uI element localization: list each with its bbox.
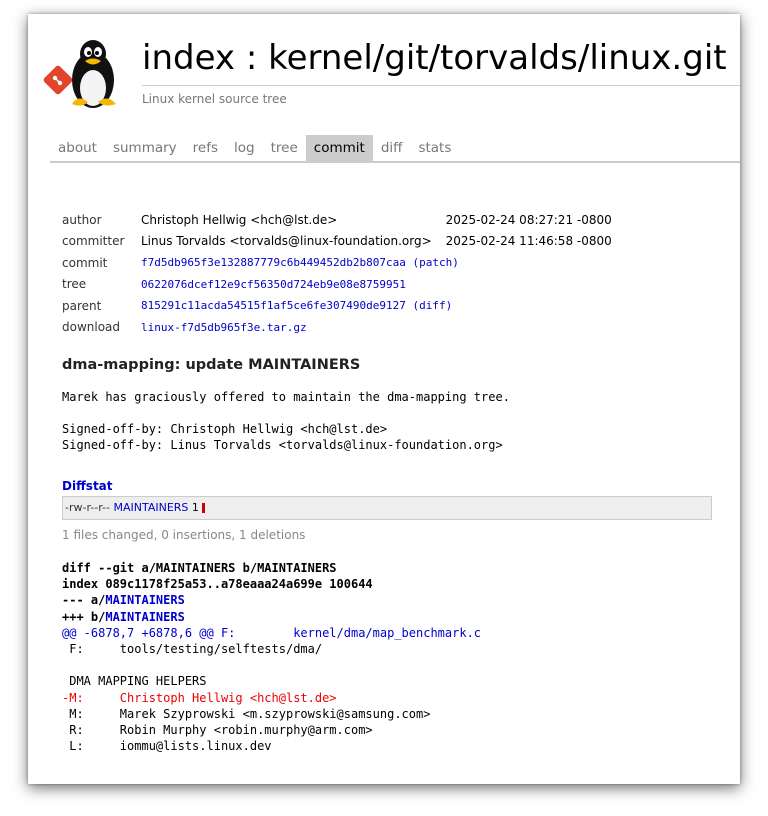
- tab-summary[interactable]: summary: [105, 135, 185, 161]
- diff-view: diff --git a/MAINTAINERS b/MAINTAINERS in…: [62, 560, 481, 754]
- diffstat-file-link[interactable]: MAINTAINERS: [113, 501, 188, 514]
- deletion-bar: [201, 503, 205, 513]
- committer-label: committer: [62, 234, 125, 249]
- repo-title[interactable]: index : kernel/git/torvalds/linux.git: [142, 38, 727, 78]
- diff-deleted-line: -M: Christoph Hellwig <hch@lst.de>: [62, 690, 337, 705]
- commit-row: commit f7d5db965f3e132887779c6b449452db2…: [62, 252, 612, 274]
- diffstat-row: -rw-r--r-- MAINTAINERS 1: [62, 496, 712, 520]
- diff-context-line: R: Robin Murphy <robin.murphy@arm.com>: [62, 723, 373, 738]
- plus-prefix: +++ b/: [62, 609, 106, 624]
- diff-hunk-header: @@ -6878,7 +6878,6 @@ F: kernel/dma/map_…: [62, 625, 482, 640]
- plus-file-link[interactable]: MAINTAINERS: [105, 610, 184, 624]
- diff-context-line: [62, 657, 481, 673]
- commit-message: Marek has graciously offered to maintain…: [62, 389, 510, 453]
- header-divider: [142, 85, 740, 86]
- diffstat-changes: 1: [191, 501, 199, 514]
- commit-subject: dma-mapping: update MAINTAINERS: [62, 357, 361, 373]
- committer-row: committer Linus Torvalds <torvalds@linux…: [62, 231, 612, 253]
- diff-minus-line: --- a/MAINTAINERS: [62, 592, 481, 608]
- patch-link[interactable]: (patch): [413, 256, 459, 269]
- commit-hash-link[interactable]: f7d5db965f3e132887779c6b449452db2b807caa: [141, 256, 406, 269]
- author-date: 2025-02-24 08:27:21 -0800: [445, 212, 612, 227]
- author-value: Christoph Hellwig <hch@lst.de>: [141, 212, 338, 227]
- diff-context-line: DMA MAPPING HELPERS: [62, 674, 207, 689]
- minus-prefix: --- a/: [62, 593, 106, 608]
- file-mode: -rw-r--r--: [65, 501, 110, 514]
- diff-plus-line: +++ b/MAINTAINERS: [62, 609, 481, 625]
- parent-row: parent 815291c11acda54515f1af5ce6fe30749…: [62, 295, 612, 317]
- tab-diff[interactable]: diff: [373, 135, 411, 161]
- signoff-line: Signed-off-by: Christoph Hellwig <hch@ls…: [62, 422, 388, 436]
- tab-tree[interactable]: tree: [263, 135, 306, 161]
- parent-value-cell: 815291c11acda54515f1af5ce6fe307490de9127…: [141, 295, 612, 317]
- committer-date: 2025-02-24 11:46:58 -0800: [445, 234, 612, 249]
- browser-page: index : kernel/git/torvalds/linux.git Li…: [28, 14, 740, 784]
- commit-label: commit: [62, 255, 108, 270]
- commit-info-table: author Christoph Hellwig <hch@lst.de> 20…: [62, 209, 612, 338]
- tree-value-cell: 0622076dcef12e9cf56350d724eb9e08e8759951: [141, 274, 612, 296]
- committer-value: Linus Torvalds <torvalds@linux-foundatio…: [141, 234, 432, 249]
- download-link[interactable]: linux-f7d5db965f3e.tar.gz: [141, 321, 307, 334]
- tab-about[interactable]: about: [50, 135, 105, 161]
- parent-diff-link[interactable]: (diff): [413, 299, 453, 312]
- tab-stats[interactable]: stats: [410, 135, 459, 161]
- download-row: download linux-f7d5db965f3e.tar.gz: [62, 317, 612, 339]
- tree-hash-link[interactable]: 0622076dcef12e9cf56350d724eb9e08e8759951: [141, 278, 406, 291]
- diff-context-line: L: iommu@lists.linux.dev: [62, 739, 272, 754]
- minus-file-link[interactable]: MAINTAINERS: [105, 593, 184, 607]
- diffstat-summary: 1 files changed, 0 insertions, 1 deletio…: [62, 528, 306, 542]
- tab-commit[interactable]: commit: [305, 135, 373, 161]
- nav-tabs: about summary refs log tree commit diff …: [50, 135, 740, 163]
- tux-git-logo: [43, 40, 116, 108]
- commit-body-line: Marek has graciously offered to maintain…: [62, 390, 510, 404]
- repo-description: Linux kernel source tree: [142, 92, 287, 106]
- tab-refs[interactable]: refs: [185, 135, 226, 161]
- diff-git-line: diff --git a/MAINTAINERS b/MAINTAINERS: [62, 561, 337, 575]
- commit-value-cell: f7d5db965f3e132887779c6b449452db2b807caa…: [141, 252, 612, 274]
- tree-label: tree: [62, 277, 87, 292]
- author-row: author Christoph Hellwig <hch@lst.de> 20…: [62, 209, 612, 231]
- download-label: download: [62, 320, 121, 335]
- parent-hash-link[interactable]: 815291c11acda54515f1af5ce6fe307490de9127: [141, 299, 406, 312]
- download-value-cell: linux-f7d5db965f3e.tar.gz: [141, 317, 612, 339]
- diffstat-heading[interactable]: Diffstat: [62, 479, 113, 493]
- parent-label: parent: [62, 298, 102, 313]
- diff-context-line: F: tools/testing/selftests/dma/: [62, 642, 323, 657]
- tree-row: tree 0622076dcef12e9cf56350d724eb9e08e87…: [62, 274, 612, 296]
- diff-index-line: index 089c1178f25a53..a78eaaa24a699e 100…: [62, 577, 373, 592]
- tab-log[interactable]: log: [226, 135, 263, 161]
- author-label: author: [62, 212, 102, 227]
- diff-context-line: M: Marek Szyprowski <m.szyprowski@samsun…: [62, 706, 431, 721]
- signoff-line: Signed-off-by: Linus Torvalds <torvalds@…: [62, 438, 503, 452]
